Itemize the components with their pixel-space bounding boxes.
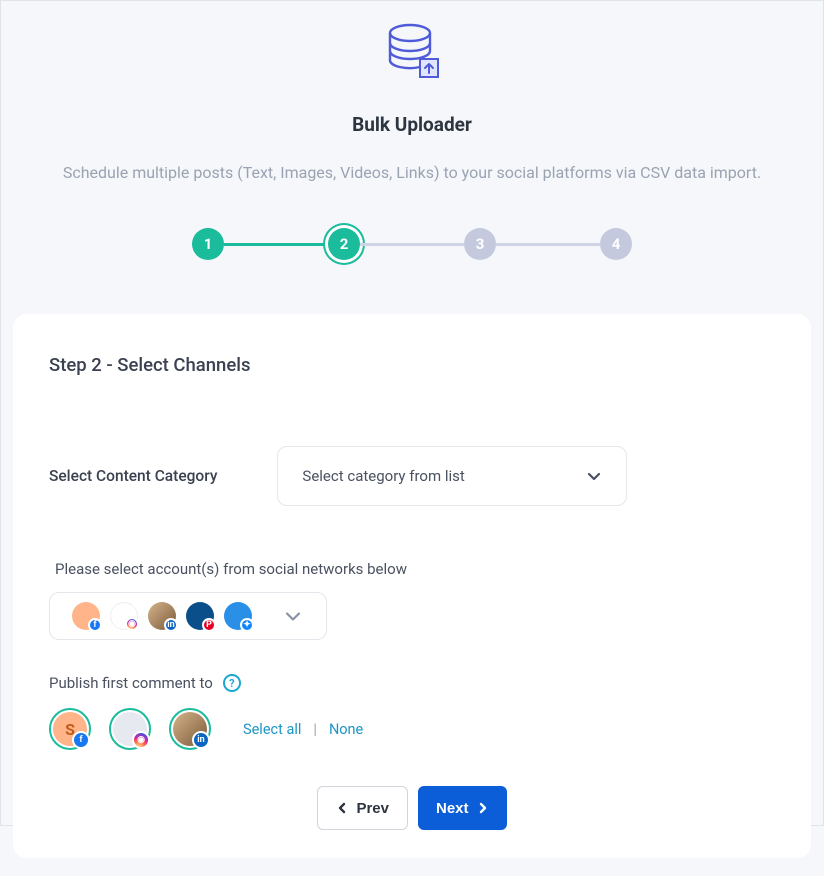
- accounts-label: Please select account(s) from social net…: [55, 560, 775, 578]
- chevron-down-icon: [586, 468, 602, 484]
- step-card: Step 2 - Select Channels Select Content …: [13, 314, 811, 858]
- prev-button-label: Prev: [356, 800, 389, 817]
- bluesky-icon: ✦: [240, 618, 254, 632]
- next-button[interactable]: Next: [418, 786, 507, 830]
- first-comment-account-facebook[interactable]: S f: [49, 708, 91, 750]
- step-4: 4: [600, 228, 632, 260]
- chevron-right-icon: [477, 802, 489, 814]
- select-none-link[interactable]: None: [329, 721, 363, 738]
- prev-button[interactable]: Prev: [317, 786, 408, 830]
- accounts-avatar-stack: f ◉ in P ✦: [72, 602, 252, 630]
- account-avatar-linkedin: in: [148, 602, 176, 630]
- step-3: 3: [464, 228, 496, 260]
- facebook-icon: f: [88, 618, 102, 632]
- page-title: Bulk Uploader: [13, 113, 811, 136]
- linkedin-icon: in: [164, 618, 178, 632]
- first-comment-label: Publish first comment to: [49, 674, 213, 692]
- select-separator: |: [313, 721, 317, 738]
- step-line-2-3: [360, 243, 464, 246]
- next-button-label: Next: [436, 800, 469, 817]
- chevron-down-icon: [284, 607, 302, 625]
- facebook-icon: f: [72, 731, 90, 749]
- linkedin-icon: in: [192, 731, 210, 749]
- step-2: 2: [328, 228, 360, 260]
- step-heading: Step 2 - Select Channels: [49, 354, 775, 376]
- step-line-1-2: [224, 243, 328, 246]
- category-select-placeholder: Select category from list: [302, 467, 464, 485]
- first-comment-account-linkedin[interactable]: in: [169, 708, 211, 750]
- step-line-3-4: [496, 243, 600, 246]
- account-avatar-instagram: ◉: [110, 602, 138, 630]
- first-comment-account-instagram[interactable]: ◉: [109, 708, 151, 750]
- account-avatar-bluesky: ✦: [224, 602, 252, 630]
- pinterest-icon: P: [202, 618, 216, 632]
- account-avatar-pinterest: P: [186, 602, 214, 630]
- instagram-icon: ◉: [132, 731, 150, 749]
- category-label: Select Content Category: [49, 467, 217, 485]
- instagram-icon: ◉: [125, 617, 139, 631]
- bulk-uploader-icon: [13, 23, 811, 81]
- account-avatar-facebook: f: [72, 602, 100, 630]
- page-subtitle: Schedule multiple posts (Text, Images, V…: [13, 162, 811, 184]
- accounts-picker[interactable]: f ◉ in P ✦: [49, 592, 327, 640]
- select-all-link[interactable]: Select all: [243, 721, 301, 738]
- category-select[interactable]: Select category from list: [277, 446, 627, 506]
- step-1: 1: [192, 228, 224, 260]
- chevron-left-icon: [336, 802, 348, 814]
- progress-stepper: 1 2 3 4: [192, 228, 632, 260]
- help-icon[interactable]: ?: [223, 674, 241, 692]
